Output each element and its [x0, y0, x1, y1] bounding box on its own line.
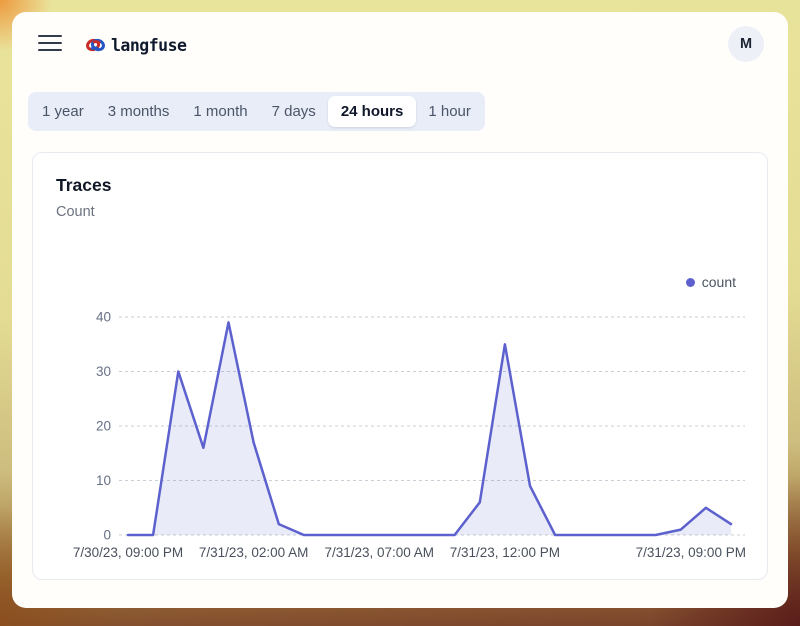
tab-1-year[interactable]: 1 year — [30, 92, 96, 131]
brand-home-link[interactable]: langfuse — [111, 36, 186, 55]
hamburger-icon — [38, 35, 62, 37]
y-axis-tick-label: 30 — [96, 364, 111, 379]
menu-button[interactable] — [38, 35, 62, 53]
x-axis-tick-label: 7/30/23, 09:00 PM — [73, 545, 183, 560]
x-axis-tick-label: 7/31/23, 09:00 PM — [636, 545, 746, 560]
x-axis-tick-label: 7/31/23, 12:00 PM — [450, 545, 560, 560]
area-fill — [128, 322, 731, 535]
tab-3-months[interactable]: 3 months — [96, 92, 182, 131]
langfuse-knot-logo-icon — [85, 35, 106, 55]
x-axis-tick-label: 7/31/23, 07:00 AM — [324, 545, 434, 560]
x-axis-tick-label: 7/31/23, 02:00 AM — [199, 545, 309, 560]
tab-7-days[interactable]: 7 days — [260, 92, 328, 131]
tab-1-month[interactable]: 1 month — [181, 92, 259, 131]
user-avatar[interactable]: M — [728, 26, 764, 62]
traces-card: Traces Count count 0102030407/30/23, 09:… — [32, 152, 768, 580]
y-axis-tick-label: 20 — [96, 419, 111, 434]
app-window: langfuse M 1 year 3 months 1 month 7 day… — [12, 12, 788, 608]
screenshot-frame: langfuse M 1 year 3 months 1 month 7 day… — [0, 0, 800, 626]
y-axis-tick-label: 10 — [96, 473, 111, 488]
traces-count-chart[interactable]: 0 10 20 30 40 7/30/23, 09:00 PM 7/31/23, 02:00… — [33, 153, 769, 581]
y-axis-tick-label: 40 — [96, 310, 111, 325]
tab-24-hours[interactable]: 24 hours — [328, 96, 417, 127]
tab-1-hour[interactable]: 1 hour — [416, 92, 483, 131]
time-range-tabs: 1 year 3 months 1 month 7 days 24 hours … — [28, 92, 485, 131]
y-axis-tick-label: 0 — [103, 528, 111, 543]
